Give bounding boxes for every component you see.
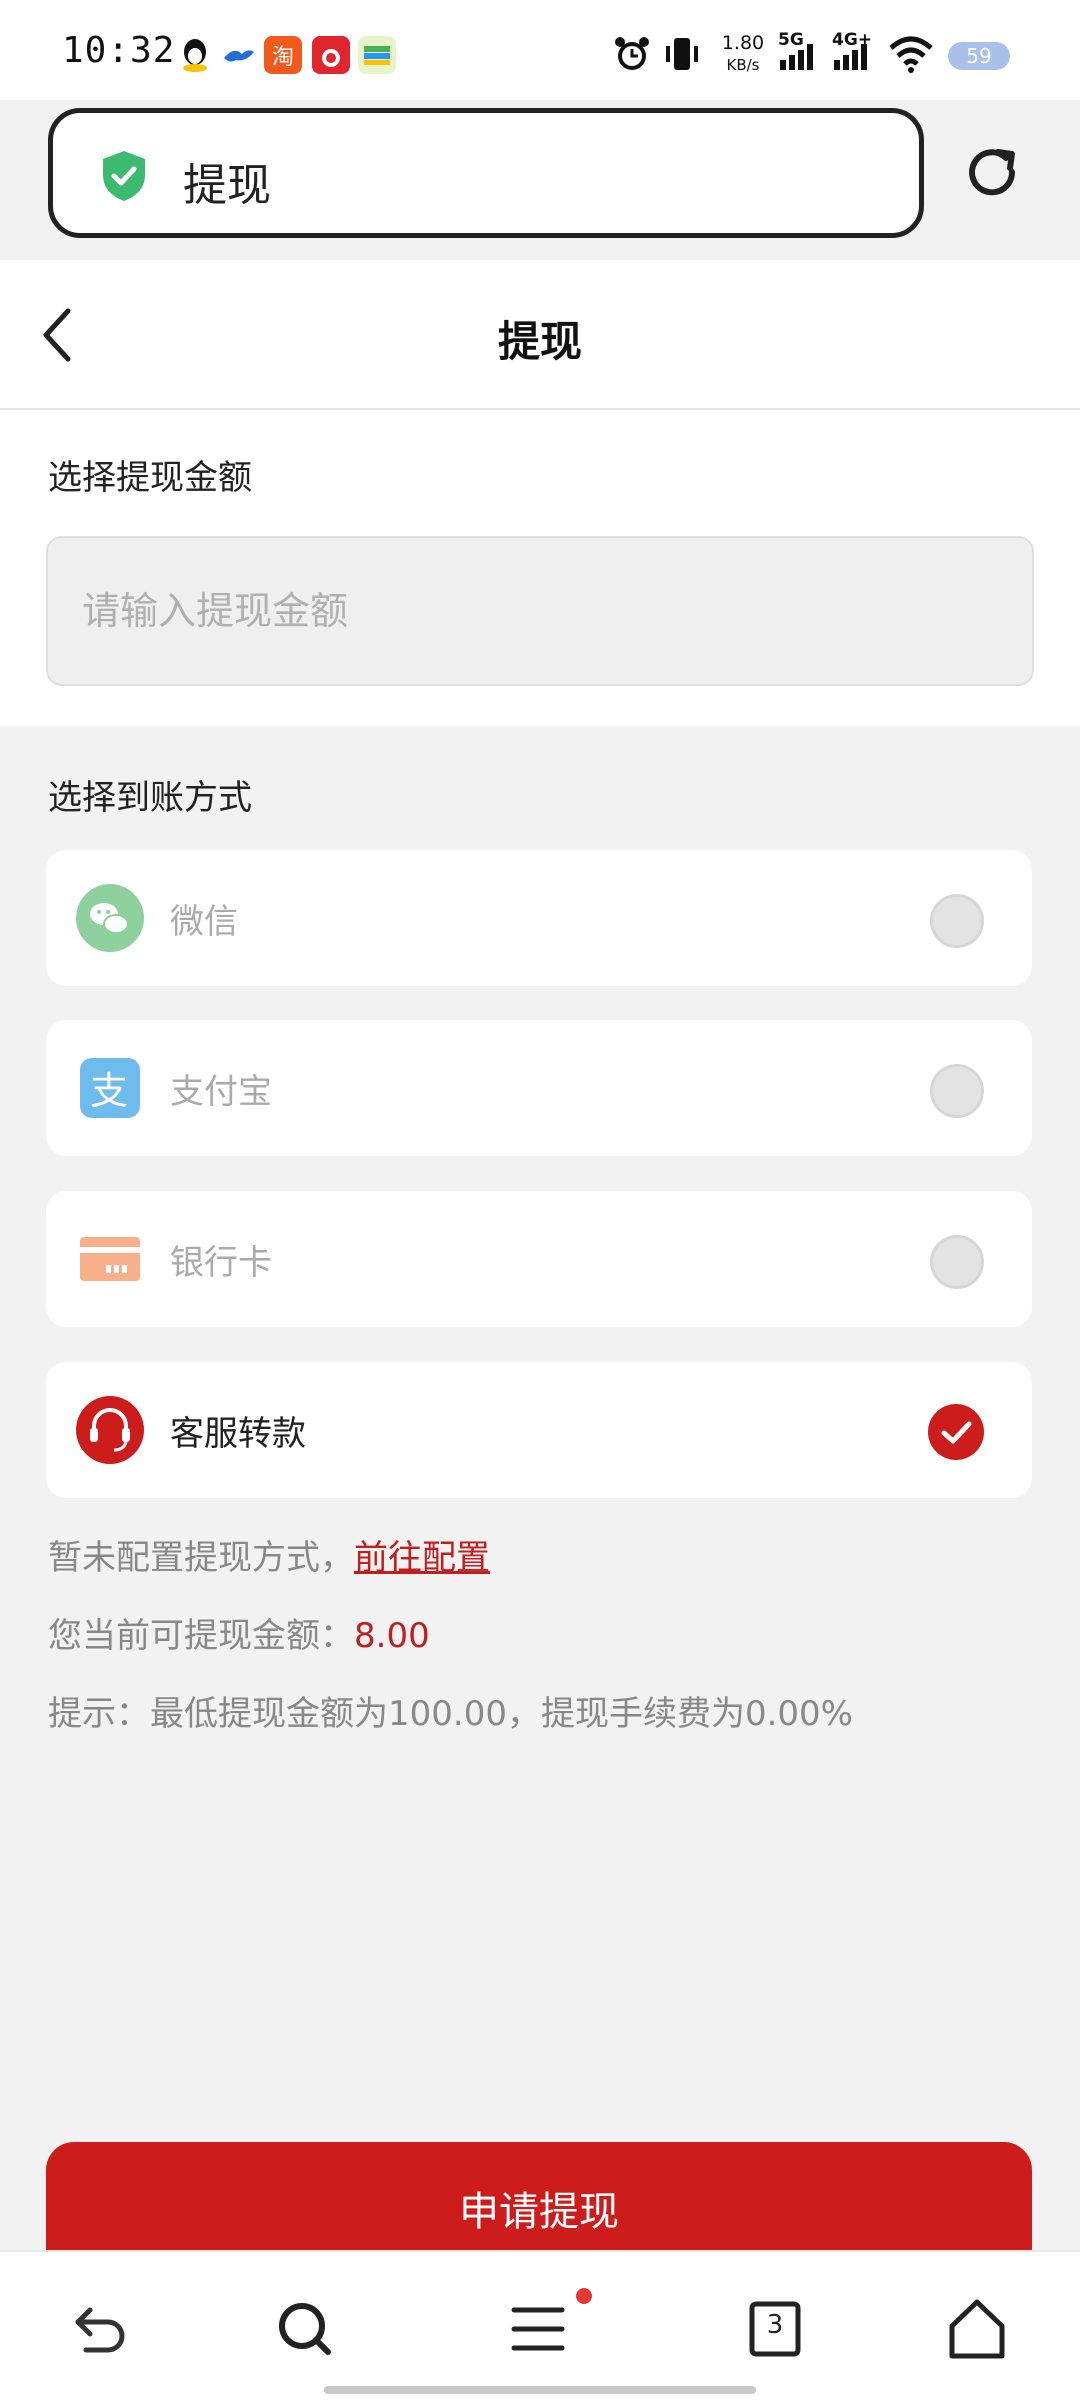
vibrate-icon — [660, 34, 704, 78]
notification-dot — [576, 2288, 592, 2304]
balance-value: 8.00 — [354, 1616, 430, 1656]
method-wechat[interactable]: 微信 — [46, 850, 1032, 986]
page-title: 提现 — [497, 317, 582, 366]
shopping-app-icon — [312, 36, 350, 74]
wechat-icon — [76, 884, 144, 952]
home-indicator — [324, 2386, 756, 2394]
config-notice: 暂未配置提现方式，前往配置 — [48, 1530, 490, 1579]
go-config-link[interactable]: 前往配置 — [354, 1538, 490, 1578]
tabs-button[interactable]: 3 — [742, 2296, 808, 2362]
customer-service-icon — [76, 1396, 144, 1464]
status-time: 10:32 — [62, 30, 176, 71]
address-bar[interactable]: 提现 — [48, 108, 924, 238]
wifi-icon — [888, 36, 934, 78]
radio-unselected[interactable] — [930, 1235, 984, 1289]
balance-info: 您当前可提现金额：8.00 — [48, 1608, 430, 1657]
amount-label: 选择提现金额 — [48, 458, 252, 498]
fee-tip: 提示：最低提现金额为100.00，提现手续费为0.00% — [48, 1694, 853, 1734]
method-label: 客服转款 — [170, 1414, 306, 1454]
bird-app-icon — [220, 36, 258, 74]
signal-4g-icon: 4G+ — [832, 30, 872, 70]
method-label: 银行卡 — [170, 1243, 272, 1283]
network-speed: 1.80 KB/s — [721, 32, 765, 74]
page-header: 提现 — [0, 260, 1080, 410]
refresh-icon[interactable] — [962, 142, 1024, 204]
qq-app-icon — [176, 36, 214, 74]
security-shield-icon — [103, 151, 145, 201]
browser-bottom-nav: 3 — [0, 2250, 1080, 2400]
address-bar-title: 提现 — [183, 160, 271, 211]
menu-icon[interactable] — [506, 2296, 572, 2362]
search-icon[interactable] — [272, 2296, 338, 2362]
balance-label: 您当前可提现金额： — [48, 1616, 354, 1656]
method-bank-card[interactable]: 银行卡 — [46, 1191, 1032, 1327]
method-customer-service[interactable]: 客服转款 — [46, 1362, 1032, 1498]
wallet-app-icon — [358, 36, 396, 74]
svg-text:支: 支 — [90, 1069, 128, 1113]
svg-text:淘: 淘 — [272, 45, 294, 70]
home-icon[interactable] — [944, 2296, 1010, 2362]
checkmark-icon — [941, 1421, 972, 1444]
radio-unselected[interactable] — [930, 1064, 984, 1118]
taobao-app-icon: 淘 — [264, 36, 302, 74]
status-bar: 10:32 淘 1.80 KB/s 5G 4G+ 59 — [0, 0, 1080, 100]
tabs-count: 3 — [766, 2310, 784, 2340]
battery-indicator: 59 — [948, 42, 1010, 70]
amount-input[interactable] — [46, 536, 1034, 686]
signal-5g-icon: 5G — [778, 30, 813, 70]
payout-method-label: 选择到账方式 — [48, 778, 252, 818]
method-alipay[interactable]: 支 支付宝 — [46, 1020, 1032, 1156]
method-label: 支付宝 — [170, 1072, 272, 1112]
alipay-icon: 支 — [80, 1058, 140, 1118]
method-label: 微信 — [170, 902, 238, 942]
back-icon[interactable] — [68, 2296, 134, 2362]
alarm-icon — [612, 34, 652, 78]
radio-unselected[interactable] — [930, 894, 984, 948]
radio-selected[interactable] — [928, 1404, 984, 1460]
config-notice-text: 暂未配置提现方式， — [48, 1538, 354, 1578]
bank-card-icon — [80, 1237, 140, 1281]
amount-section: 选择提现金额 — [0, 410, 1080, 726]
